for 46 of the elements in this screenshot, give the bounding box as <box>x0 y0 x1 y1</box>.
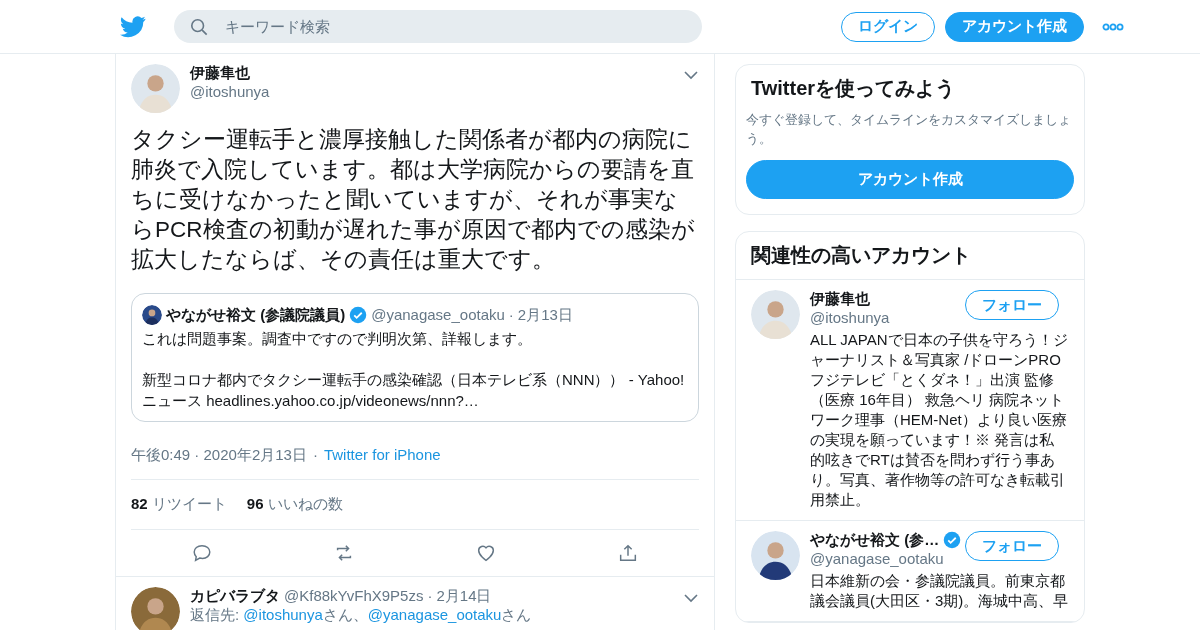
like-count[interactable]: 96 いいねの数 <box>246 495 343 514</box>
search-icon <box>190 18 208 36</box>
account-handle[interactable]: @itoshunya <box>810 309 890 326</box>
tweet-timestamp: 午後0:49 · 2020年2月13日 <box>131 446 307 465</box>
retweet-count[interactable]: 82 リツイート <box>131 495 227 514</box>
search-field[interactable]: キーワード検索 <box>174 10 702 43</box>
tweet-text: タクシー運転手と濃厚接触した関係者が都内の病院に肺炎で入院しています。都は大学病院からの要請を直ちに受けなかったと聞いていますが、それが事実ならPCR検査の初動が遅れた事が原因で都内での感染が拡大したならば、その責任は重大です。 <box>131 126 696 274</box>
author-handle[interactable]: @itoshunya <box>190 83 270 100</box>
quoted-link-text: 新型コロナ都内でタクシー運転手の感染確認（日本テレビ系（NNN）） - Yahoo!ニュース headlines.yahoo.co.jp/videonews/nnn?… <box>142 370 686 411</box>
card-description: 今すぐ登録して、タイムラインをカスタマイズしましょう。 <box>746 111 1072 148</box>
share-icon[interactable] <box>617 542 639 564</box>
account-name[interactable]: 伊藤隼也 <box>810 290 870 309</box>
reply-date: 2月14日 <box>436 587 492 606</box>
follow-button[interactable]: フォロー <box>965 531 1060 561</box>
mention-link[interactable]: @itoshunya <box>243 606 323 623</box>
chevron-down-icon[interactable] <box>683 70 699 80</box>
reply-icon[interactable] <box>191 542 213 564</box>
mention-link[interactable]: @yanagase_ootaku <box>367 606 502 623</box>
bird-logo-icon[interactable] <box>120 15 146 38</box>
signup-button[interactable]: アカウント作成 <box>945 11 1084 42</box>
reply-author-handle[interactable]: @Kf88kYvFhX9P5zs <box>284 587 424 604</box>
create-account-button[interactable]: アカウント作成 <box>746 160 1074 199</box>
quoted-author-name: やながせ裕文 (参議院議員) <box>166 305 346 325</box>
quoted-author-handle: @yanagase_ootaku <box>371 305 505 325</box>
avatar[interactable] <box>751 531 800 580</box>
card-title: Twitterを使ってみよう <box>751 76 957 101</box>
quoted-date: 2月13日 <box>517 305 573 325</box>
account-name[interactable]: やながせ裕文 (参… <box>810 531 940 550</box>
separator-dot: · <box>312 446 318 465</box>
more-icon[interactable] <box>1102 22 1124 31</box>
separator-dot: · <box>427 587 433 604</box>
reply-to-text: 返信先: @itoshunyaさん、@yanagase_ootakuさん <box>190 606 533 625</box>
login-button[interactable]: ログイン <box>841 11 935 42</box>
account-bio: ALL JAPANで日本の子供を守ろう！ジャーナリスト＆写真家 /ドローンPRO フジテレビ「とくダネ！」出演 監修（医療 16年目） 救急ヘリ 病院ネットワーク理事（HEM-Net）より良い医療の実現を願っています！※ 発言は私的呟きでRTは賛否を問わず行う事あり。写真、著作物等の許可なき転載引用禁止。 <box>810 330 1069 510</box>
follow-button[interactable]: フォロー <box>965 290 1059 320</box>
chevron-down-icon[interactable] <box>683 593 699 603</box>
card-title: 関連性の高いアカウント <box>736 232 1084 280</box>
avatar[interactable] <box>142 304 162 325</box>
reply-author-name[interactable]: カピバラブタ <box>190 587 280 606</box>
source-link[interactable]: Twitter for iPhone <box>323 446 441 465</box>
quoted-tweet[interactable]: やながせ裕文 (参議院議員) @yanagase_ootaku · 2月13日 これは問題事案。調査中ですので判明次第、詳報します。 新型コロナ都内でタクシー運転手の感染確認（日本テレビ系（NNN）） - Yahoo!ニュース headlines.yahoo.co.jp/videonews/nnn?… <box>131 293 699 422</box>
account-handle[interactable]: @yanagase_ootaku <box>810 550 962 567</box>
separator-dot: · <box>508 305 514 325</box>
account-bio: 日本維新の会・参議院議員。前東京都議会議員(大田区・3期)。海城中高、早 <box>810 571 1069 611</box>
quoted-text: これは問題事案。調査中ですので判明次第、詳報します。 <box>142 329 533 349</box>
author-name[interactable]: 伊藤隼也 <box>190 64 270 83</box>
